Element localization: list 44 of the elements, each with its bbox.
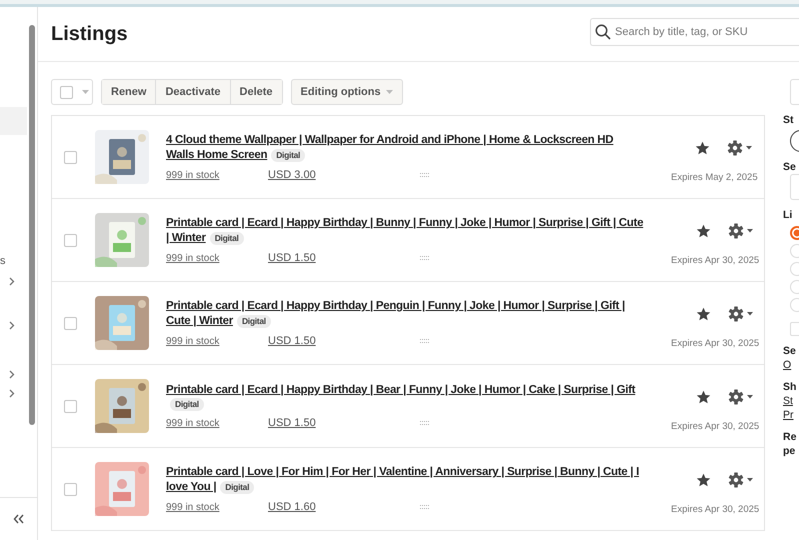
digital-badge: Digital bbox=[210, 232, 244, 245]
stock-link[interactable]: 999 in stock bbox=[166, 336, 268, 346]
listing-title-link[interactable]: Printable card | Love | For Him | For Her | Valentine | Anniversary | Surprise | Bunny | Cute | I bbox=[166, 465, 639, 480]
expiry-date: Expires Apr 30, 2025 bbox=[671, 338, 760, 348]
listing-title-link[interactable]: love You | bbox=[166, 480, 216, 495]
digital-badge: Digital bbox=[236, 315, 271, 328]
listing-title-link[interactable]: Walls Home Screen bbox=[166, 148, 268, 163]
expiry-date: Expires Apr 30, 2025 bbox=[671, 420, 760, 432]
filter-heading: Sh bbox=[783, 381, 796, 394]
filter-link[interactable]: O bbox=[783, 359, 792, 372]
filter-heading: Se bbox=[783, 161, 796, 174]
listing-title-link[interactable]: | Winter bbox=[166, 231, 206, 246]
listing-title-link[interactable]: Cute | Winter bbox=[166, 314, 233, 329]
stock-link[interactable]: 999 in stock bbox=[166, 502, 268, 512]
stock-link[interactable]: 999 in stock bbox=[166, 418, 268, 428]
filter-heading: St bbox=[783, 114, 794, 127]
stock-link[interactable]: 999 in stock bbox=[166, 252, 268, 264]
toolbar-button[interactable]: Delete bbox=[230, 80, 282, 104]
digital-badge: Digital bbox=[170, 398, 204, 411]
price-link[interactable]: USD 1.60 bbox=[268, 501, 420, 513]
digital-badge: Digital bbox=[220, 481, 254, 494]
price-link[interactable]: USD 3.00 bbox=[268, 169, 420, 181]
expiry-date: Expires May 2, 2025 bbox=[671, 172, 758, 182]
filter-heading: pe bbox=[783, 445, 796, 458]
listing-title-link[interactable]: Printable card | Ecard | Happy Birthday | Penguin | Funny | Joke | Humor | Surprise | Gift | bbox=[166, 299, 625, 314]
filter-heading: Li bbox=[783, 209, 792, 222]
sidebar-item[interactable]: s bbox=[0, 255, 6, 267]
page-title: Listings bbox=[51, 22, 128, 46]
filter-heading: Re bbox=[783, 431, 796, 444]
filter-link[interactable]: St bbox=[783, 395, 793, 408]
price-link[interactable]: USD 1.50 bbox=[268, 417, 420, 429]
filter-link[interactable]: Pr bbox=[783, 409, 794, 422]
editing-options-dropdown[interactable]: Editing options bbox=[290, 79, 403, 105]
price-link[interactable]: USD 1.50 bbox=[268, 252, 420, 264]
listing-title-link[interactable]: Printable card | Ecard | Happy Birthday | Bunny | Funny | Joke | Humor | Surprise | Gift | Cute bbox=[166, 216, 644, 231]
search-field[interactable]: Search by title, tag, or SKU bbox=[590, 18, 799, 46]
stock-link[interactable]: 999 in stock bbox=[166, 170, 268, 180]
filter-heading: Se bbox=[783, 345, 796, 358]
price-link[interactable]: USD 1.50 bbox=[268, 335, 420, 347]
listing-title-link[interactable]: 4 Cloud theme Wallpaper | Wallpaper for Android and iPhone | Home & Lockscreen HD bbox=[166, 133, 614, 148]
expiry-date: Expires Apr 30, 2025 bbox=[671, 504, 760, 514]
digital-badge: Digital bbox=[271, 149, 306, 162]
listing-title-link[interactable]: Printable card | Ecard | Happy Birthday | Bear | Funny | Joke | Humor | Cake | Surprise | Gift bbox=[166, 383, 636, 398]
expiry-date: Expires Apr 30, 2025 bbox=[671, 254, 760, 266]
